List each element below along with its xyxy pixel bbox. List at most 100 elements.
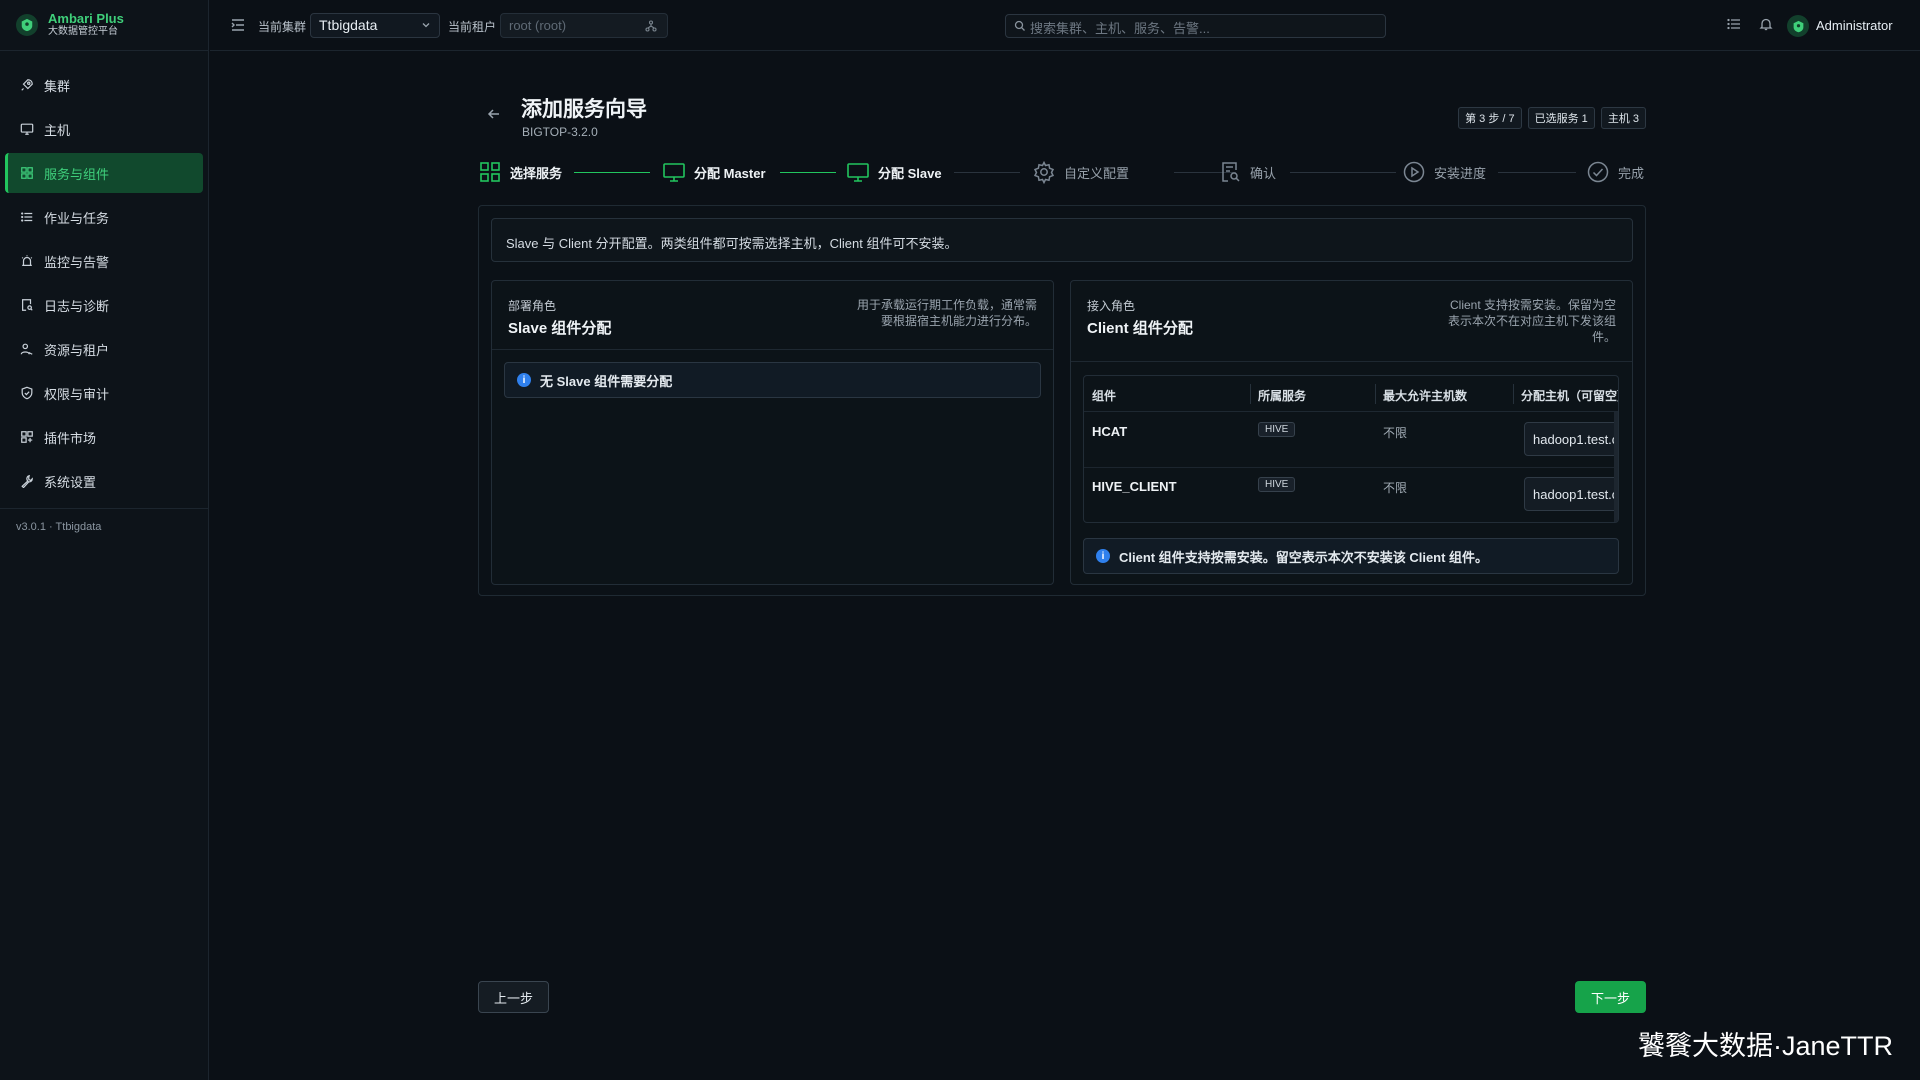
step-assign-slave[interactable]: 分配 Slave	[846, 160, 942, 184]
sidebar-item-hosts[interactable]: 主机	[5, 109, 203, 149]
step-assign-master[interactable]: 分配 Master	[662, 160, 766, 184]
file-search-icon	[1218, 160, 1242, 184]
sidebar-nav: 集群 主机 服务与组件 作业与任务 监控与告警 日志与诊断 资源与租户 权限与审…	[0, 51, 208, 501]
back-arrow-icon[interactable]	[486, 106, 502, 122]
step-install-progress[interactable]: 安装进度	[1402, 160, 1486, 184]
version-label: v3.0.1 · Ttbigdata	[0, 508, 209, 545]
sidebar-item-label: 监控与告警	[44, 254, 110, 270]
max-hosts-value: 不限	[1383, 481, 1408, 495]
step-label: 分配 Slave	[878, 165, 942, 181]
sidebar-item-label: 服务与组件	[44, 166, 110, 182]
sidebar-item-logs[interactable]: 日志与诊断	[5, 285, 203, 325]
cluster-label: 当前集群	[258, 20, 307, 34]
sidebar-item-permissions[interactable]: 权限与审计	[5, 373, 203, 413]
client-notice-text: Client 组件支持按需安装。留空表示本次不安装该 Client 组件。	[1119, 549, 1489, 565]
column-divider	[1513, 384, 1514, 404]
table-header: 组件 所属服务 最大允许主机数 分配主机（可留空）	[1084, 376, 1618, 412]
sidebar-item-label: 作业与任务	[44, 210, 110, 226]
sidebar-item-label: 集群	[44, 78, 71, 94]
step-connector	[954, 172, 1020, 173]
sidebar-item-resources[interactable]: 资源与租户	[5, 329, 203, 369]
info-bar: Slave 与 Client 分开配置。两类组件都可按需选择主机，Client …	[491, 218, 1633, 262]
step-custom-config[interactable]: 自定义配置	[1032, 160, 1129, 184]
client-card: 接入角色 Client 组件分配 Client 支持按需安装。保留为空 表示本次…	[1070, 280, 1633, 585]
sidebar-item-monitoring[interactable]: 监控与告警	[5, 241, 203, 281]
avatar[interactable]	[1787, 15, 1809, 37]
slave-card-description: 用于承载运行期工作负载，通常需 要根据宿主机能力进行分布。	[857, 297, 1037, 329]
step-connector	[1290, 172, 1396, 173]
column-divider	[1250, 384, 1251, 404]
step-count-badge: 第 3 步 / 7	[1458, 107, 1522, 129]
sidebar: Ambari Plus 大数据管控平台 集群 主机 服务与组件 作业与任务 监控…	[0, 0, 209, 1080]
host-select-value: hadoop1.test.com	[1533, 432, 1618, 447]
task-list-icon[interactable]	[1727, 17, 1741, 31]
tenant-label: 当前租户	[448, 20, 497, 34]
column-header-service: 所属服务	[1258, 389, 1307, 403]
slave-empty-notice: i 无 Slave 组件需要分配	[504, 362, 1041, 398]
sidebar-item-plugins[interactable]: 插件市场	[5, 417, 203, 457]
tenant-input[interactable]: root (root)	[500, 13, 668, 38]
monitor-icon	[846, 160, 870, 184]
client-card-header: 接入角色 Client 组件分配 Client 支持按需安装。保留为空 表示本次…	[1071, 281, 1632, 362]
sidebar-item-label: 日志与诊断	[44, 298, 110, 314]
step-label: 确认	[1250, 165, 1277, 181]
step-connector	[780, 172, 836, 173]
step-finish[interactable]: 完成	[1586, 160, 1644, 184]
user-name[interactable]: Administrator	[1816, 18, 1893, 33]
brand[interactable]: Ambari Plus 大数据管控平台	[0, 0, 208, 51]
bell-icon[interactable]	[1759, 17, 1773, 31]
step-label: 安装进度	[1434, 165, 1487, 181]
global-search-input[interactable]: 搜索集群、主机、服务、告警...	[1005, 14, 1386, 38]
hosts-badge: 主机 3	[1600, 107, 1646, 129]
horizontal-scrollbar[interactable]	[1614, 412, 1618, 522]
file-search-icon	[20, 298, 34, 312]
cluster-select-value: Ttbigdata	[319, 17, 378, 33]
selected-services-badge: 已选服务 1	[1527, 107, 1595, 129]
column-header-max-hosts: 最大允许主机数	[1383, 389, 1468, 403]
monitor-icon	[662, 160, 686, 184]
host-select-input[interactable]: hadoop1.test.com	[1524, 422, 1618, 456]
step-label: 选择服务	[510, 165, 563, 181]
slave-card: 部署角色 Slave 组件分配 用于承载运行期工作负载，通常需 要根据宿主机能力…	[491, 280, 1054, 585]
step-select-services[interactable]: 选择服务	[478, 160, 562, 184]
component-name: HIVE_CLIENT	[1092, 479, 1177, 494]
shield-check-icon	[20, 386, 34, 400]
puzzle-icon	[20, 430, 34, 444]
service-tag: HIVE	[1258, 477, 1296, 492]
play-circle-icon	[1402, 160, 1426, 184]
chevron-down-icon	[422, 23, 430, 28]
next-button[interactable]: 下一步	[1575, 981, 1646, 1013]
list-icon	[20, 210, 34, 224]
network-icon	[645, 20, 657, 32]
slave-card-role: 部署角色	[508, 299, 557, 313]
component-name: HCAT	[1092, 424, 1128, 439]
cluster-select[interactable]: Ttbigdata	[310, 13, 440, 38]
client-table: 组件 所属服务 最大允许主机数 分配主机（可留空） HCAT HIVE 不限 h…	[1083, 375, 1619, 523]
client-desc-line: Client 支持按需安装。保留为空	[1449, 298, 1616, 312]
search-icon	[1014, 20, 1025, 31]
slave-empty-text: 无 Slave 组件需要分配	[540, 373, 673, 389]
sidebar-item-services[interactable]: 服务与组件	[5, 153, 203, 193]
host-select-value: hadoop1.test.com	[1533, 487, 1618, 502]
gear-icon	[1032, 160, 1056, 184]
slave-card-header: 部署角色 Slave 组件分配 用于承载运行期工作负载，通常需 要根据宿主机能力…	[492, 281, 1053, 350]
slave-desc-line: 要根据宿主机能力进行分布。	[880, 314, 1037, 328]
table-row: HIVE_CLIENT HIVE 不限 hadoop1.test.com	[1084, 468, 1618, 522]
step-confirm[interactable]: 确认	[1218, 160, 1276, 184]
tenant-placeholder: root (root)	[509, 18, 567, 33]
column-divider	[1375, 384, 1376, 404]
sidebar-item-clusters[interactable]: 集群	[5, 65, 203, 105]
menu-toggle-icon[interactable]	[230, 17, 246, 33]
page-title: 添加服务向导	[521, 98, 647, 121]
column-header-component: 组件	[1092, 389, 1117, 403]
host-select-input[interactable]: hadoop1.test.com	[1524, 477, 1618, 511]
previous-button[interactable]: 上一步	[478, 981, 549, 1013]
client-notice: i Client 组件支持按需安装。留空表示本次不安装该 Client 组件。	[1083, 538, 1619, 574]
sidebar-item-jobs[interactable]: 作业与任务	[5, 197, 203, 237]
max-hosts-value: 不限	[1383, 426, 1408, 440]
wrench-icon	[20, 474, 34, 488]
brand-logo-icon	[16, 14, 38, 36]
grid-icon	[478, 160, 502, 184]
sidebar-item-settings[interactable]: 系统设置	[5, 461, 203, 501]
sidebar-item-label: 系统设置	[44, 474, 97, 490]
